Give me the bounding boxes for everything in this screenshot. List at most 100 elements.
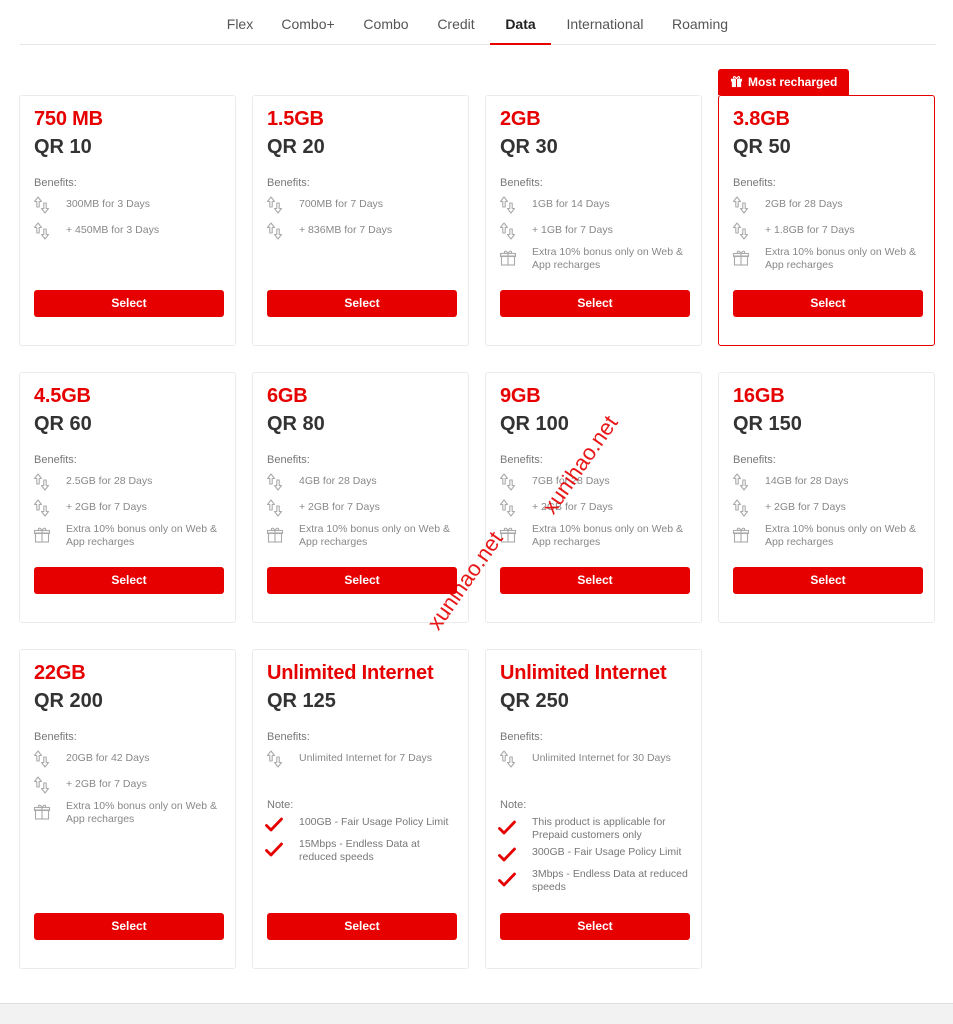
plan-card: 750 MB QR 10 Benefits: 300MB for 3 Days + 45… xyxy=(19,95,236,346)
bonus-text: Extra 10% bonus only on Web & App rechar… xyxy=(532,523,683,548)
note-text: 15Mbps - Endless Data at reduced speeds xyxy=(299,838,420,863)
data-arrows-icon xyxy=(498,749,518,769)
tab-data[interactable]: Data xyxy=(490,0,551,45)
footer-band xyxy=(0,1003,953,1024)
benefit-text: 20GB for 42 Days xyxy=(66,752,150,764)
select-button[interactable]: Select xyxy=(34,290,224,317)
data-arrows-icon xyxy=(498,221,518,241)
plan-price: QR 100 xyxy=(500,413,569,435)
bonus-text: Extra 10% bonus only on Web & App rechar… xyxy=(66,523,217,548)
tab-flex[interactable]: Flex xyxy=(220,0,260,45)
benefit-text: Unlimited Internet for 7 Days xyxy=(299,752,433,764)
note-label: Note: xyxy=(267,799,294,811)
benefit-text: + 450MB for 3 Days xyxy=(66,224,160,236)
bonus-text: Extra 10% bonus only on Web & App rechar… xyxy=(299,523,450,548)
plan-price: QR 50 xyxy=(733,136,791,158)
plan-volume: 6GB xyxy=(267,385,308,407)
plan-volume: 22GB xyxy=(34,662,86,684)
select-button[interactable]: Select xyxy=(34,913,224,940)
benefit-item: 14GB for 28 Days xyxy=(731,472,926,492)
select-button[interactable]: Select xyxy=(267,567,457,594)
benefit-text: 300MB for 3 Days xyxy=(66,198,151,210)
red-check-icon xyxy=(498,872,516,888)
tab-credit[interactable]: Credit xyxy=(432,0,480,45)
red-check-icon xyxy=(265,842,283,858)
benefit-item: + 1.8GB for 7 Days xyxy=(731,221,926,241)
benefit-item: 2.5GB for 28 Days xyxy=(32,472,227,492)
data-arrows-icon xyxy=(32,498,52,518)
tab-combo-plus[interactable]: Combo+ xyxy=(278,0,338,45)
plan-price: QR 150 xyxy=(733,413,802,435)
gift-icon xyxy=(731,525,751,545)
bonus-item: Extra 10% bonus only on Web & App rechar… xyxy=(32,523,227,553)
plan-price: QR 60 xyxy=(34,413,92,435)
select-button[interactable]: Select xyxy=(500,913,690,940)
plan-card: Unlimited Internet QR 250 Benefits: Unlimit… xyxy=(485,649,702,969)
select-button[interactable]: Select xyxy=(267,290,457,317)
benefit-item: Unlimited Internet for 7 Days xyxy=(265,749,460,769)
benefits-label: Benefits: xyxy=(34,731,77,743)
plan-price: QR 10 xyxy=(34,136,92,158)
data-arrows-icon xyxy=(265,472,285,492)
data-arrows-icon xyxy=(32,195,52,215)
benefits-label: Benefits: xyxy=(34,454,77,466)
data-arrows-icon xyxy=(731,472,751,492)
data-arrows-icon xyxy=(32,775,52,795)
gift-icon xyxy=(731,248,751,268)
benefit-item: 2GB for 28 Days xyxy=(731,195,926,215)
bonus-text: Extra 10% bonus only on Web & App rechar… xyxy=(532,246,683,271)
bonus-item: Extra 10% bonus only on Web & App rechar… xyxy=(265,523,460,553)
benefit-item: + 450MB for 3 Days xyxy=(32,221,227,241)
data-arrows-icon xyxy=(731,221,751,241)
plan-price: QR 200 xyxy=(34,690,103,712)
select-button[interactable]: Select xyxy=(500,290,690,317)
benefit-text: 14GB for 28 Days xyxy=(765,475,849,487)
benefits-label: Benefits: xyxy=(733,454,776,466)
gift-icon xyxy=(32,802,52,822)
plan-price: QR 30 xyxy=(500,136,558,158)
plan-volume: Unlimited Internet xyxy=(500,662,667,684)
benefit-text: + 1GB for 7 Days xyxy=(532,224,613,236)
select-button[interactable]: Select xyxy=(733,567,923,594)
tab-combo[interactable]: Combo xyxy=(360,0,412,45)
note-label: Note: xyxy=(500,799,527,811)
benefit-item: + 2GB for 7 Days xyxy=(265,498,460,518)
benefit-text: + 836MB for 7 Days xyxy=(299,224,393,236)
red-check-icon xyxy=(498,820,516,836)
badge-label: Most recharged xyxy=(748,75,838,89)
plan-card: 6GB QR 80 Benefits: 4GB for 28 Days + 2GB fo… xyxy=(252,372,469,623)
gift-icon xyxy=(265,525,285,545)
plan-card: 16GB QR 150 Benefits: 14GB for 28 Days + 2GB… xyxy=(718,372,935,623)
benefit-text: + 2GB for 7 Days xyxy=(765,501,846,513)
benefits-label: Benefits: xyxy=(267,454,310,466)
benefit-item: 1GB for 14 Days xyxy=(498,195,693,215)
bonus-text: Extra 10% bonus only on Web & App rechar… xyxy=(66,800,217,825)
select-button[interactable]: Select xyxy=(267,913,457,940)
tab-roaming[interactable]: Roaming xyxy=(668,0,732,45)
benefit-item: + 836MB for 7 Days xyxy=(265,221,460,241)
plan-volume: 1.5GB xyxy=(267,108,324,130)
select-button[interactable]: Select xyxy=(34,567,224,594)
benefits-label: Benefits: xyxy=(34,177,77,189)
select-button[interactable]: Select xyxy=(500,567,690,594)
benefit-text: 2GB for 28 Days xyxy=(765,198,843,210)
plan-category-tabs: Flex Combo+ Combo Credit Data Internatio… xyxy=(20,0,936,45)
plan-card: 4.5GB QR 60 Benefits: 2.5GB for 28 Days + 2G… xyxy=(19,372,236,623)
data-arrows-icon xyxy=(731,195,751,215)
note-text: 300GB - Fair Usage Policy Limit xyxy=(532,846,682,858)
select-button[interactable]: Select xyxy=(733,290,923,317)
plan-card: Most recharged 3.8GB QR 50 Benefits: 2GB for… xyxy=(718,69,935,346)
data-arrows-icon xyxy=(498,195,518,215)
plan-volume: 3.8GB xyxy=(733,108,790,130)
bonus-item: Extra 10% bonus only on Web & App rechar… xyxy=(731,523,926,553)
gift-icon xyxy=(32,525,52,545)
tab-international[interactable]: International xyxy=(563,0,647,45)
plan-price: QR 80 xyxy=(267,413,325,435)
benefit-item: + 2GB for 7 Days xyxy=(498,498,693,518)
data-arrows-icon xyxy=(32,749,52,769)
bonus-item: Extra 10% bonus only on Web & App rechar… xyxy=(498,523,693,553)
plan-volume: Unlimited Internet xyxy=(267,662,434,684)
data-arrows-icon xyxy=(498,498,518,518)
red-check-icon xyxy=(498,847,516,863)
bonus-item: Extra 10% bonus only on Web & App rechar… xyxy=(731,246,926,276)
